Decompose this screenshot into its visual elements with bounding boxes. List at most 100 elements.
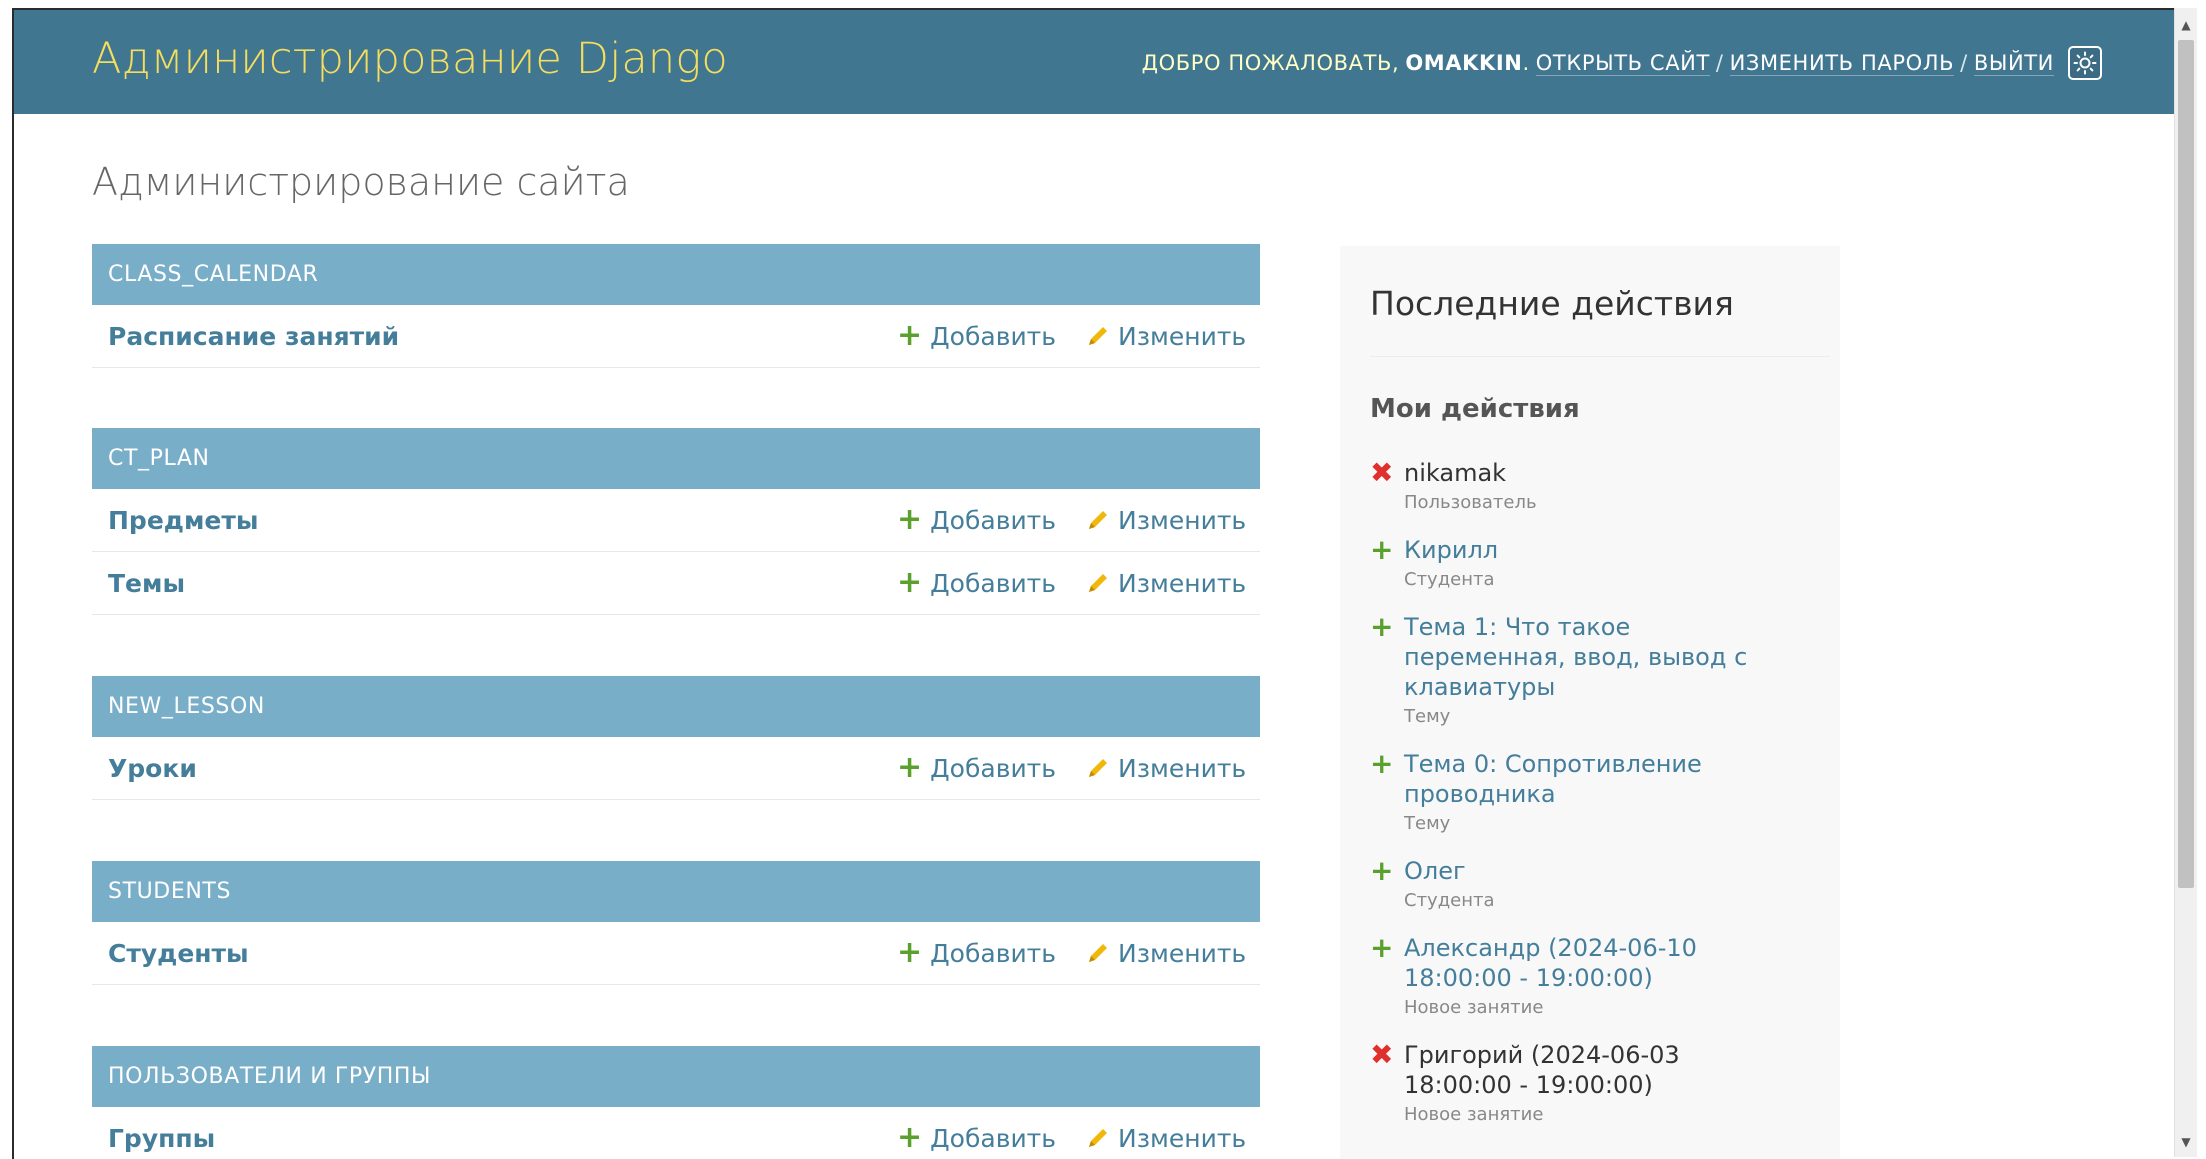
delete-icon: ✖ [1370,1038,1394,1071]
app-module-class-calendar: CLASS_CALENDAR Расписание занятий + Добав… [92,244,1260,368]
action-link[interactable]: Александр (2024-06-10 18:00:00 - 19:00:0… [1404,933,1790,993]
user-tools: ДОБРО ПОЖАЛОВАТЬ, OMAKKIN . ОТКРЫТЬ САЙТ… [1142,46,2102,80]
app-caption[interactable]: CT_PLAN [92,428,1260,489]
app-module-auth: ПОЛЬЗОВАТЕЛИ И ГРУППЫ Группы + Добавить И… [92,1046,1260,1159]
model-link[interactable]: Уроки [108,754,197,783]
model-row: Расписание занятий + Добавить Изменить [92,305,1260,368]
add-link[interactable]: + Добавить [897,753,1056,783]
recent-actions-title: Последние действия [1370,284,1734,323]
plus-icon: + [897,935,923,970]
action-link[interactable]: Тема 1: Что такое переменная, ввод, выво… [1404,612,1790,702]
change-label: Изменить [1118,505,1247,535]
plus-icon: + [897,565,923,600]
model-link[interactable]: Студенты [108,939,249,968]
model-row: Уроки + Добавить Изменить [92,737,1260,800]
add-label: Добавить [930,1123,1056,1153]
action-type: Новое занятие [1404,1104,1544,1125]
change-label: Изменить [1118,938,1247,968]
pencil-icon [1089,327,1107,345]
change-link[interactable]: Изменить [1086,1124,1246,1153]
add-label: Добавить [930,568,1056,598]
add-label: Добавить [930,753,1056,783]
model-link[interactable]: Группы [108,1124,215,1153]
app-caption[interactable]: CLASS_CALENDAR [92,244,1260,305]
separator: / [1715,51,1724,75]
action-title: nikamak [1404,459,1507,487]
model-row: Группы + Добавить Изменить [92,1107,1260,1159]
pencil-icon [1089,511,1107,529]
action-link[interactable]: Кирилл [1404,535,1790,565]
change-link[interactable]: Изменить [1086,506,1246,535]
app-module-ct-plan: CT_PLAN Предметы + Добавить Изменить Темы… [92,428,1260,615]
divider [1370,356,1830,357]
separator: / [1960,51,1968,75]
delete-icon: ✖ [1370,456,1394,489]
plus-icon: + [897,750,923,785]
action-link[interactable]: Олег [1404,856,1790,886]
add-link[interactable]: + Добавить [897,568,1056,598]
change-label: Изменить [1118,753,1247,783]
admin-header: Администрирование Django ДОБРО ПОЖАЛОВАТ… [14,10,2176,114]
action-link[interactable]: Тема 0: Сопротивление проводника [1404,749,1790,809]
change-label: Изменить [1118,1123,1247,1153]
add-link[interactable]: + Добавить [897,321,1056,351]
change-label: Изменить [1118,321,1247,351]
model-row: Предметы + Добавить Изменить [92,489,1260,552]
list-item: ✖ Григорий (2024-06-03 18:00:00 - 19:00:… [1370,1038,1790,1126]
list-item: ✖ nikamak Пользователь [1370,456,1790,514]
plus-icon: + [1370,533,1394,566]
plus-icon: + [1370,931,1394,964]
add-label: Добавить [930,321,1056,351]
action-type: Студента [1404,890,1495,911]
list-item: + Александр (2024-06-10 18:00:00 - 19:00… [1370,931,1790,1019]
action-type: Студента [1404,569,1495,590]
scrollbar-thumb[interactable] [2178,40,2194,888]
app-caption[interactable]: STUDENTS [92,861,1260,922]
app-module-students: STUDENTS Студенты + Добавить Изменить [92,861,1260,985]
plus-icon: + [1370,747,1394,780]
pencil-icon [1089,1129,1107,1147]
plus-icon: + [897,1120,923,1155]
change-link[interactable]: Изменить [1086,322,1246,351]
model-row: Темы + Добавить Изменить [92,552,1260,615]
welcome-text: ДОБРО ПОЖАЛОВАТЬ, [1141,51,1400,75]
list-item: + Кирилл Студента [1370,533,1790,591]
model-link[interactable]: Темы [108,569,185,598]
action-type: Новое занятие [1404,997,1544,1018]
action-title: Григорий (2024-06-03 18:00:00 - 19:00:00… [1404,1041,1680,1099]
logout-link[interactable]: ВЫЙТИ [1973,51,2054,76]
model-link[interactable]: Расписание занятий [108,322,399,351]
scroll-up-arrow-icon[interactable]: ▲ [2175,14,2197,36]
action-type: Тему [1404,706,1451,727]
action-type: Пользователь [1404,492,1537,513]
pencil-icon [1089,574,1107,592]
action-type: Тему [1404,813,1451,834]
change-password-link[interactable]: ИЗМЕНИТЬ ПАРОЛЬ [1729,51,1955,76]
change-link[interactable]: Изменить [1086,569,1246,598]
plus-icon: + [1370,854,1394,887]
sun-icon [2073,51,2097,75]
model-link[interactable]: Предметы [108,506,258,535]
plus-icon: + [897,318,923,353]
list-item: + Тема 0: Сопротивление проводника Тему [1370,747,1790,835]
scroll-down-arrow-icon[interactable]: ▼ [2175,1131,2197,1153]
username-period: . [1522,51,1530,75]
change-link[interactable]: Изменить [1086,939,1246,968]
site-branding[interactable]: Администрирование Django [92,34,728,84]
add-link[interactable]: + Добавить [897,1123,1056,1153]
actions-list: ✖ nikamak Пользователь + Кирилл Студента… [1370,458,1790,1147]
recent-actions-panel: Последние действия Мои действия ✖ nikama… [1340,246,1840,1159]
app-caption[interactable]: ПОЛЬЗОВАТЕЛИ И ГРУППЫ [92,1046,1260,1107]
add-label: Добавить [930,938,1056,968]
change-link[interactable]: Изменить [1086,754,1246,783]
plus-icon: + [1370,610,1394,643]
add-link[interactable]: + Добавить [897,938,1056,968]
browser-viewport: Администрирование Django ДОБРО ПОЖАЛОВАТ… [12,8,2176,1159]
view-site-link[interactable]: ОТКРЫТЬ САЙТ [1535,51,1710,76]
username: OMAKKIN [1405,51,1523,75]
app-caption[interactable]: NEW_LESSON [92,676,1260,737]
add-link[interactable]: + Добавить [897,505,1056,535]
app-module-new-lesson: NEW_LESSON Уроки + Добавить Изменить [92,676,1260,800]
theme-toggle-button[interactable] [2068,46,2102,80]
vertical-scrollbar[interactable]: ▲ ▼ [2174,8,2197,1157]
